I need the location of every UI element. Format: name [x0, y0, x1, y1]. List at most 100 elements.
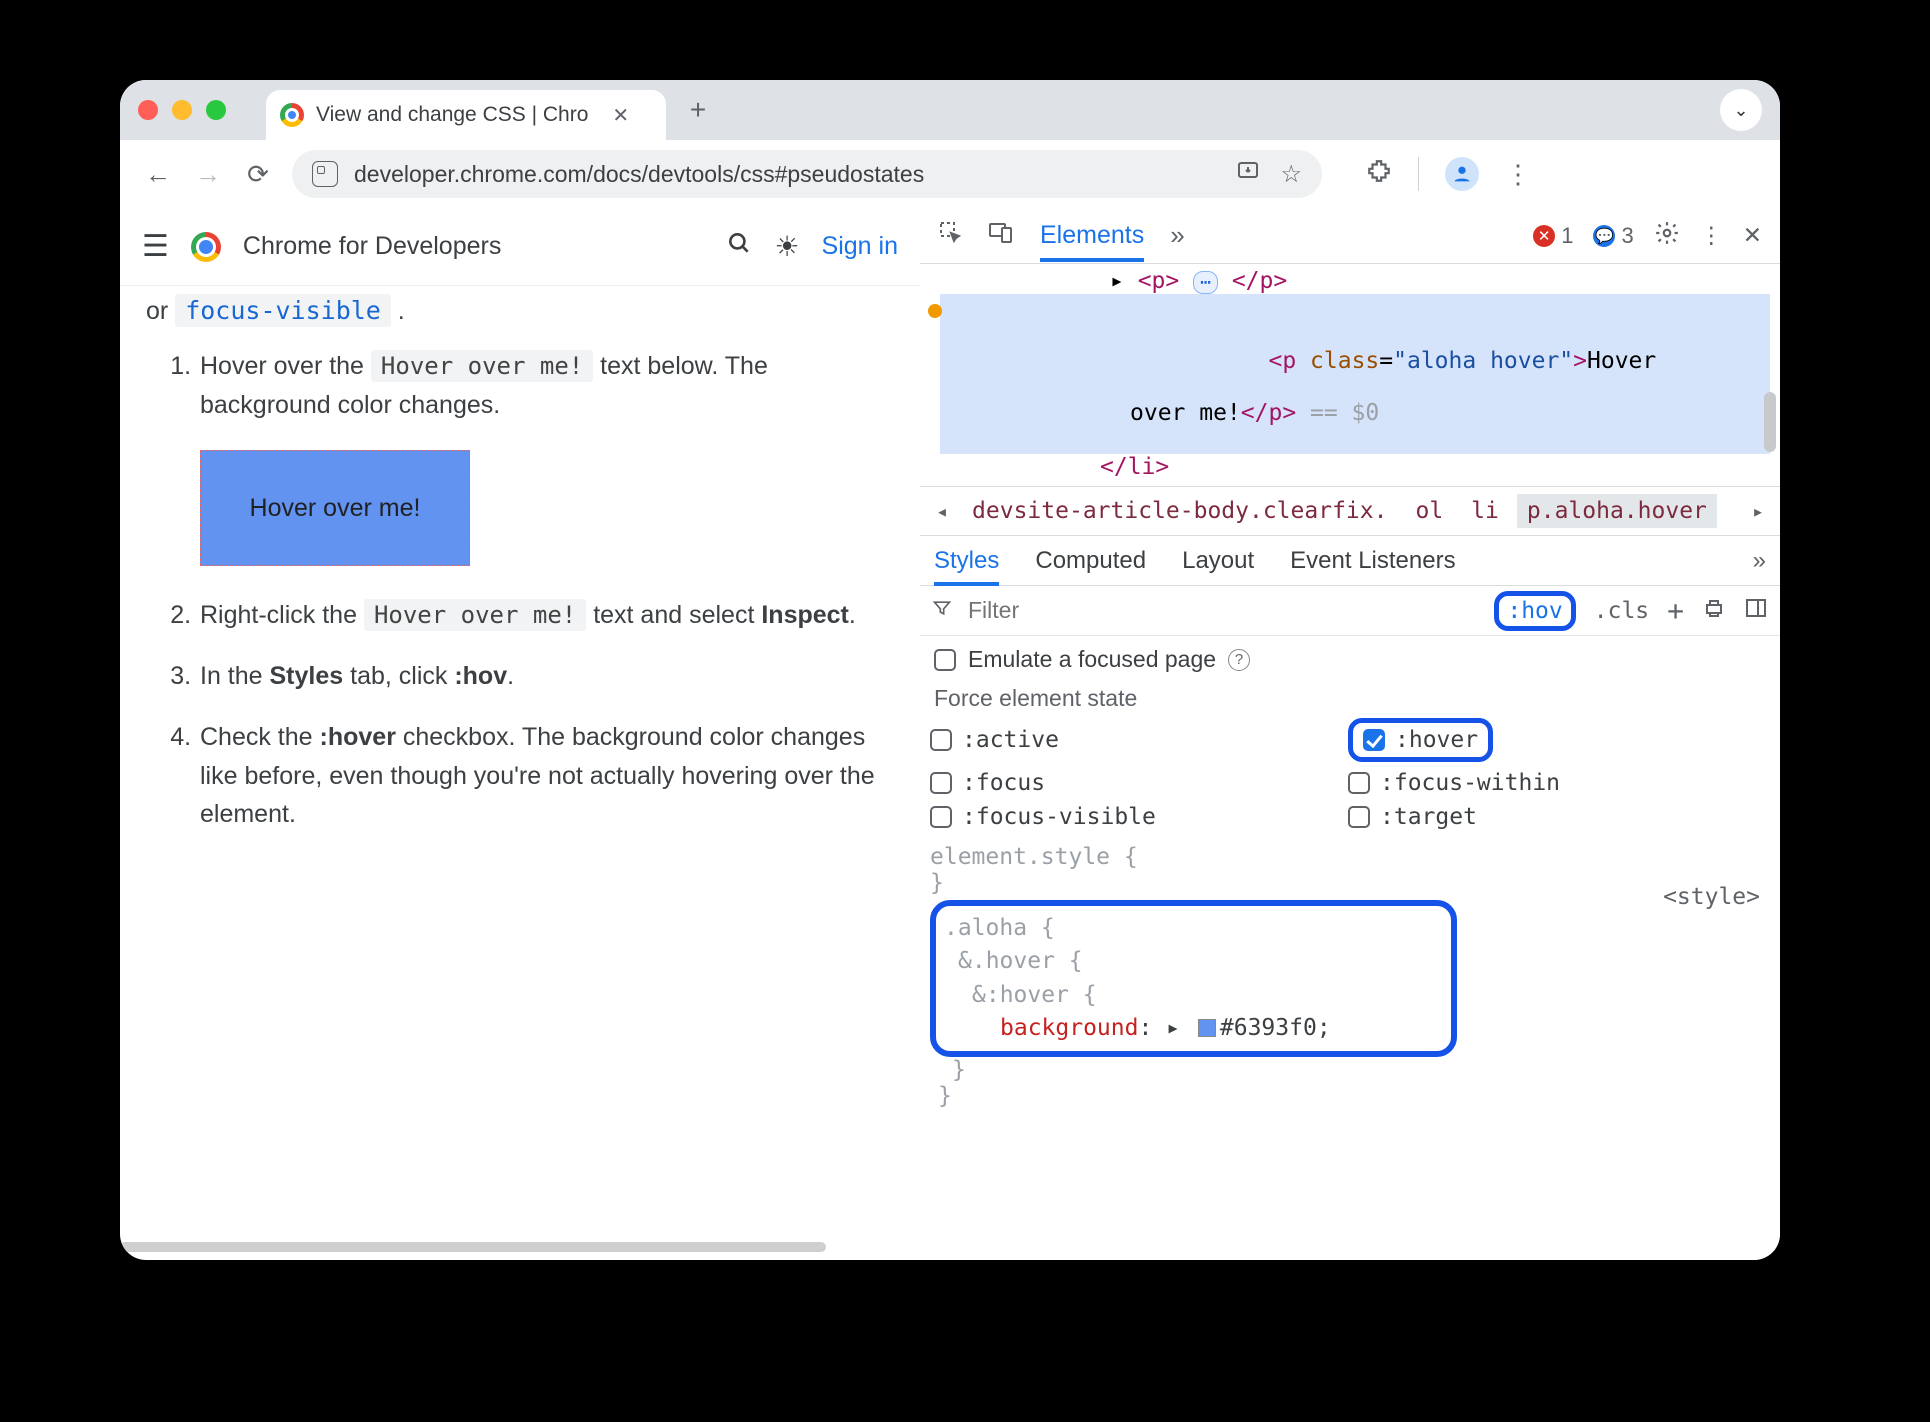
error-count[interactable]: ✕1 — [1533, 223, 1573, 249]
subtab-styles[interactable]: Styles — [934, 547, 999, 586]
content-area: ☰ Chrome for Developers ☀ Sign in or foc… — [120, 208, 1780, 1260]
steps-list: Hover over the Hover over me! text below… — [146, 347, 890, 834]
search-icon[interactable] — [726, 230, 752, 263]
step-3: In the Styles tab, click :hov. — [198, 657, 890, 696]
crumb-4[interactable]: p.aloha.hover — [1517, 494, 1717, 528]
code-hover-2: Hover over me! — [364, 599, 586, 631]
logo-chrome-icon — [191, 232, 221, 262]
separator — [1418, 157, 1419, 191]
traffic-close[interactable] — [138, 100, 158, 120]
aloha-rule-box: .aloha { &.hover { &:hover { background:… — [930, 900, 1457, 1057]
tab-close-icon[interactable]: ✕ — [612, 103, 629, 128]
selection-dot-icon — [928, 304, 942, 318]
code-hover-1: Hover over me! — [371, 350, 593, 382]
subtab-events[interactable]: Event Listeners — [1290, 547, 1455, 575]
new-tab-button[interactable]: + — [680, 94, 716, 126]
page-viewport: ☰ Chrome for Developers ☀ Sign in or foc… — [120, 208, 920, 1260]
state-focus[interactable]: :focus — [930, 770, 1348, 796]
new-rule-plus-icon[interactable]: + — [1667, 594, 1684, 627]
filter-input[interactable] — [966, 596, 1480, 625]
subtab-computed[interactable]: Computed — [1035, 547, 1146, 575]
browser-tab[interactable]: View and change CSS | Chro ✕ — [266, 90, 666, 140]
extensions-icon[interactable] — [1366, 158, 1392, 191]
selected-node[interactable]: <p class="aloha hover">Hover over me!</p… — [940, 294, 1770, 454]
site-title: Chrome for Developers — [243, 232, 501, 261]
force-state-grid: :active :hover :focus :focus-within :foc… — [920, 716, 1780, 838]
bookmark-star-icon[interactable]: ☆ — [1280, 160, 1302, 189]
print-media-icon[interactable] — [1702, 596, 1726, 626]
css-value[interactable]: #6393f0 — [1220, 1015, 1317, 1041]
hamburger-icon[interactable]: ☰ — [142, 229, 169, 264]
devtools-menu-icon[interactable]: ⋮ — [1700, 222, 1723, 249]
url-text: developer.chrome.com/docs/devtools/css#p… — [354, 161, 924, 188]
favicon-chrome-icon — [280, 103, 304, 127]
color-swatch[interactable] — [1198, 1019, 1216, 1037]
state-focus-within[interactable]: :focus-within — [1348, 770, 1766, 796]
state-focus-visible[interactable]: :focus-visible — [930, 804, 1348, 830]
force-state-header: Force element state — [920, 679, 1780, 716]
crumb-3[interactable]: li — [1461, 494, 1509, 528]
cls-toggle[interactable]: .cls — [1594, 598, 1649, 624]
forward-button[interactable]: → — [192, 159, 224, 190]
state-target[interactable]: :target — [1348, 804, 1766, 830]
tab-elements[interactable]: Elements — [1040, 221, 1144, 262]
window-dropdown-button[interactable]: ⌄ — [1720, 89, 1762, 131]
css-prop[interactable]: background — [1000, 1015, 1138, 1041]
devtools-close-icon[interactable]: ✕ — [1743, 222, 1762, 249]
more-tabs-icon[interactable]: » — [1170, 220, 1184, 251]
emulate-focused-row: Emulate a focused page ? — [920, 636, 1780, 679]
devtools-panel: Elements » ✕1 💬3 ⋮ ✕ ▸ <p> ⋯ </p> <p cla… — [920, 208, 1780, 1260]
step-1: Hover over the Hover over me! text below… — [198, 347, 890, 567]
device-toolbar-icon[interactable] — [988, 220, 1014, 251]
crumb-2[interactable]: ol — [1405, 494, 1453, 528]
toolbar-right: ⋮ — [1366, 157, 1531, 191]
sign-in-link[interactable]: Sign in — [822, 232, 898, 261]
styles-subtabs: Styles Computed Layout Event Listeners » — [920, 536, 1780, 586]
back-button[interactable]: ← — [142, 159, 174, 190]
help-icon[interactable]: ? — [1228, 649, 1250, 671]
code-focus-visible: focus-visible — [175, 294, 391, 327]
step-4: Check the :hover checkbox. The backgroun… — [198, 718, 890, 834]
state-active[interactable]: :active — [930, 718, 1348, 762]
hover-demo-box[interactable]: Hover over me! — [200, 450, 470, 566]
theme-toggle-icon[interactable]: ☀ — [774, 230, 799, 263]
breadcrumb: ◂ devsite-article-body.clearfix. ol li p… — [920, 486, 1780, 536]
profile-avatar[interactable] — [1445, 157, 1479, 191]
state-hover[interactable]: :hover — [1363, 727, 1478, 753]
reload-button[interactable]: ⟳ — [242, 159, 274, 190]
address-bar[interactable]: developer.chrome.com/docs/devtools/css#p… — [292, 150, 1322, 198]
hov-toggle[interactable]: :hov — [1494, 591, 1575, 631]
issue-count[interactable]: 💬3 — [1593, 223, 1633, 249]
browser-window: View and change CSS | Chro ✕ + ⌄ ← → ⟳ d… — [120, 80, 1780, 1260]
window-controls — [138, 100, 226, 120]
element-style-open[interactable]: element.style { — [930, 844, 1768, 870]
traffic-minimize[interactable] — [172, 100, 192, 120]
site-info-icon[interactable] — [312, 161, 338, 187]
filter-funnel-icon — [932, 597, 952, 624]
rule-source[interactable]: <style> — [1663, 884, 1760, 910]
horizontal-scrollbar[interactable] — [120, 1238, 910, 1256]
crumb-1[interactable]: devsite-article-body.clearfix. — [962, 494, 1397, 528]
crumb-left-icon[interactable]: ◂ — [930, 499, 954, 523]
site-header: ☰ Chrome for Developers ☀ Sign in — [120, 208, 920, 286]
settings-gear-icon[interactable] — [1654, 220, 1680, 252]
devtools-toolbar: Elements » ✕1 💬3 ⋮ ✕ — [920, 208, 1780, 264]
element-style-close: } — [930, 870, 1768, 896]
article-body: or focus-visible . Hover over the Hover … — [120, 286, 920, 834]
menu-dots-icon[interactable]: ⋮ — [1505, 159, 1531, 190]
emulate-focus-label: Emulate a focused page — [968, 646, 1216, 673]
tab-strip: View and change CSS | Chro ✕ + ⌄ — [120, 80, 1780, 140]
emulate-focus-checkbox[interactable] — [934, 649, 956, 671]
styles-filter-row: :hov .cls + — [920, 586, 1780, 636]
traffic-zoom[interactable] — [206, 100, 226, 120]
step-2: Right-click the Hover over me! text and … — [198, 596, 890, 635]
devtools-scrollbar[interactable] — [1762, 266, 1776, 1252]
dom-tree[interactable]: ▸ <p> ⋯ </p> <p class="aloha hover">Hove… — [920, 264, 1780, 486]
tab-title: View and change CSS | Chro — [316, 103, 588, 127]
ellipsis-icon[interactable]: ⋯ — [1193, 271, 1218, 294]
install-app-icon[interactable] — [1236, 159, 1260, 190]
css-rules: element.style { } <style> .aloha { &.hov… — [920, 838, 1780, 1109]
subtab-layout[interactable]: Layout — [1182, 547, 1254, 575]
inspect-element-icon[interactable] — [938, 220, 962, 251]
intro-or: or — [146, 297, 175, 325]
